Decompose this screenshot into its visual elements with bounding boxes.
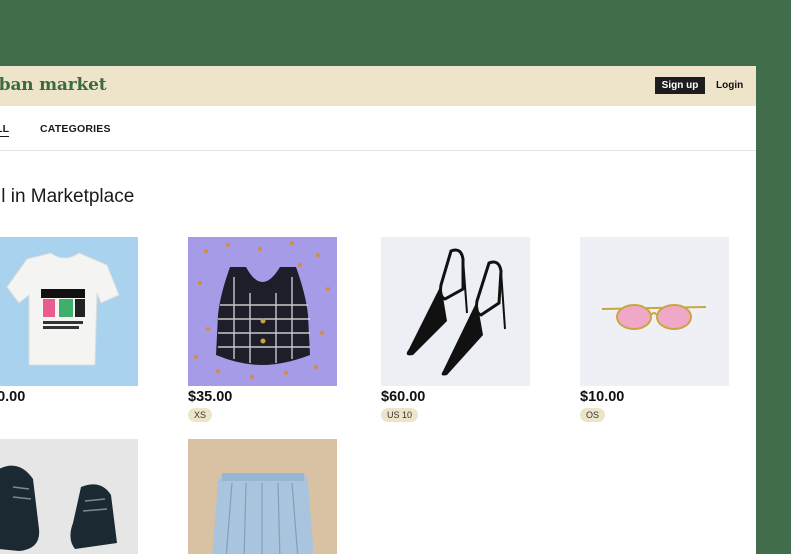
category-nav: LL CATEGORIES [0,106,756,151]
product-image[interactable] [580,237,729,386]
product-price: 30.00 [0,389,26,405]
product-image[interactable] [381,237,530,386]
size-badge: US 10 [381,408,419,422]
product-image[interactable] [0,237,138,386]
product-card-heels[interactable]: $60.00 US 10 [381,237,530,422]
product-card-tshirt[interactable]: 30.00 [0,237,138,405]
page-title: ll in Marketplace [0,186,135,207]
tab-all[interactable]: LL [0,123,10,137]
product-price: $60.00 [381,389,426,405]
product-card-boots[interactable] [0,439,138,554]
product-price: $35.00 [188,389,233,405]
top-bar: rban market Sign up Login [0,66,756,106]
tab-categories[interactable]: CATEGORIES [40,123,111,135]
site-logo[interactable]: rban market [0,75,107,95]
size-badge: XS [188,408,213,422]
product-image[interactable] [188,237,337,386]
browser-window: rban market Sign up Login LL CATEGORIES … [0,66,756,554]
product-card-sunglasses[interactable]: $10.00 OS [580,237,729,422]
product-card-skirt[interactable] [188,439,337,554]
product-price: $10.00 [580,389,625,405]
product-image[interactable] [188,439,337,554]
product-card-vest[interactable]: $35.00 XS [188,237,337,422]
product-image[interactable] [0,439,138,554]
login-link[interactable]: Login [716,77,743,94]
signup-button[interactable]: Sign up [655,77,705,94]
size-badge: OS [580,408,606,422]
